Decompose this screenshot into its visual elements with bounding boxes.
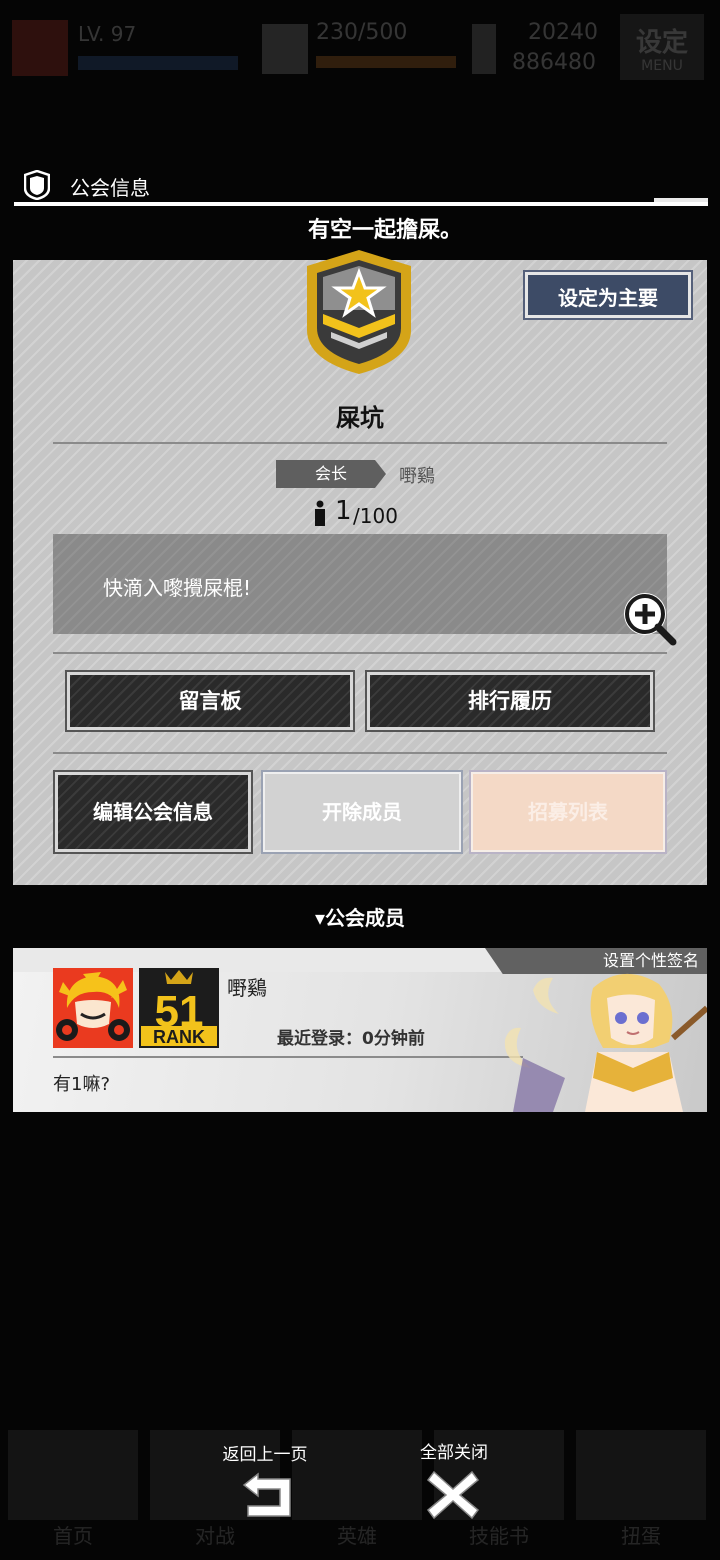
guild-motto: 有空一起擔屎。	[307, 218, 462, 243]
ranking-history-button[interactable]: 排行履历	[367, 672, 653, 730]
nav-label-battle: 对战	[195, 1524, 235, 1548]
message-board-button[interactable]: 留言板	[67, 672, 353, 730]
rank-label: RANK	[153, 1027, 205, 1047]
player-level: LV. 97	[78, 22, 137, 46]
nav-tile-home	[8, 1430, 138, 1520]
recruit-list-button[interactable]: 招募列表	[471, 772, 665, 852]
menu-label: 设定	[635, 28, 688, 58]
stamina-value: 230/500	[316, 20, 408, 45]
member-avatar	[53, 968, 133, 1048]
back-label: 返回上一页	[222, 1445, 308, 1465]
member-count-icon	[315, 500, 325, 526]
close-icon[interactable]	[426, 1468, 480, 1522]
nav-label-skillbook: 技能书	[469, 1524, 529, 1548]
member-signature: 有1嘛?	[53, 1074, 111, 1095]
member-max: /100	[353, 504, 398, 528]
kick-member-button[interactable]: 开除成员	[263, 772, 461, 852]
nav-tile-gacha	[576, 1430, 706, 1520]
member-name: 嘢鷄	[227, 976, 267, 1000]
rank-badge: 51 RANK	[139, 968, 219, 1048]
divider	[53, 752, 667, 754]
guild-notice-text: 快滴入嚟攪屎棍!	[103, 576, 252, 600]
member-last-login: 最近登录：0分钟前	[277, 1029, 425, 1049]
member-count: 1	[335, 496, 352, 526]
exp-bar	[78, 56, 238, 70]
nav-label-home: 首页	[53, 1524, 93, 1548]
leader-name: 嘢鷄	[399, 466, 435, 487]
divider	[53, 1056, 523, 1058]
close-all-label: 全部关闭	[420, 1443, 488, 1463]
divider	[53, 652, 667, 654]
menu-sub-label: MENU	[641, 58, 683, 74]
top-hud: LV. 97 230/500 20240 886480 设定 MENU	[0, 0, 720, 90]
bottom-nav: 首页 对战 英雄 技能书 扭蛋	[0, 1420, 720, 1560]
guild-name: 屎坑	[336, 404, 384, 432]
guild-emblem-icon	[307, 250, 411, 374]
nav-label-heroes: 英雄	[337, 1524, 377, 1548]
guild-info-card: 设定为主要 屎坑 会长 嘢鷄 1 /100 快滴入嚟攪屎棍! 留言板 排行履历 …	[13, 250, 707, 885]
header-divider	[14, 202, 708, 206]
stamina-bar	[316, 56, 456, 68]
player-avatar	[12, 20, 68, 76]
leader-tag: 会长	[276, 460, 386, 488]
character-portrait	[504, 973, 707, 1112]
guild-notice-box: 快滴入嚟攪屎棍!	[53, 534, 677, 646]
zoom-in-icon[interactable]	[621, 590, 677, 646]
currency-icon	[472, 24, 496, 74]
set-main-guild-button[interactable]: 设定为主要	[525, 272, 691, 318]
currency-2: 886480	[512, 50, 596, 75]
member-card[interactable]: 设置个性签名 51 RANK 嘢鷄 最近登录：0分钟前 有1嘛?	[13, 948, 707, 1112]
panel-header: 公会信息	[14, 168, 708, 208]
shield-icon	[24, 170, 50, 200]
header-divider-accent	[654, 198, 708, 202]
stamina-icon	[262, 24, 308, 74]
divider	[53, 442, 667, 444]
currency-1: 20240	[528, 20, 598, 45]
nav-label-gacha: 扭蛋	[621, 1524, 661, 1548]
guild-members-title[interactable]: ▾公会成员	[0, 902, 720, 931]
edit-guild-info-button[interactable]: 编辑公会信息	[55, 772, 251, 852]
panel-title: 公会信息	[70, 176, 150, 200]
back-arrow-icon[interactable]	[238, 1468, 294, 1520]
